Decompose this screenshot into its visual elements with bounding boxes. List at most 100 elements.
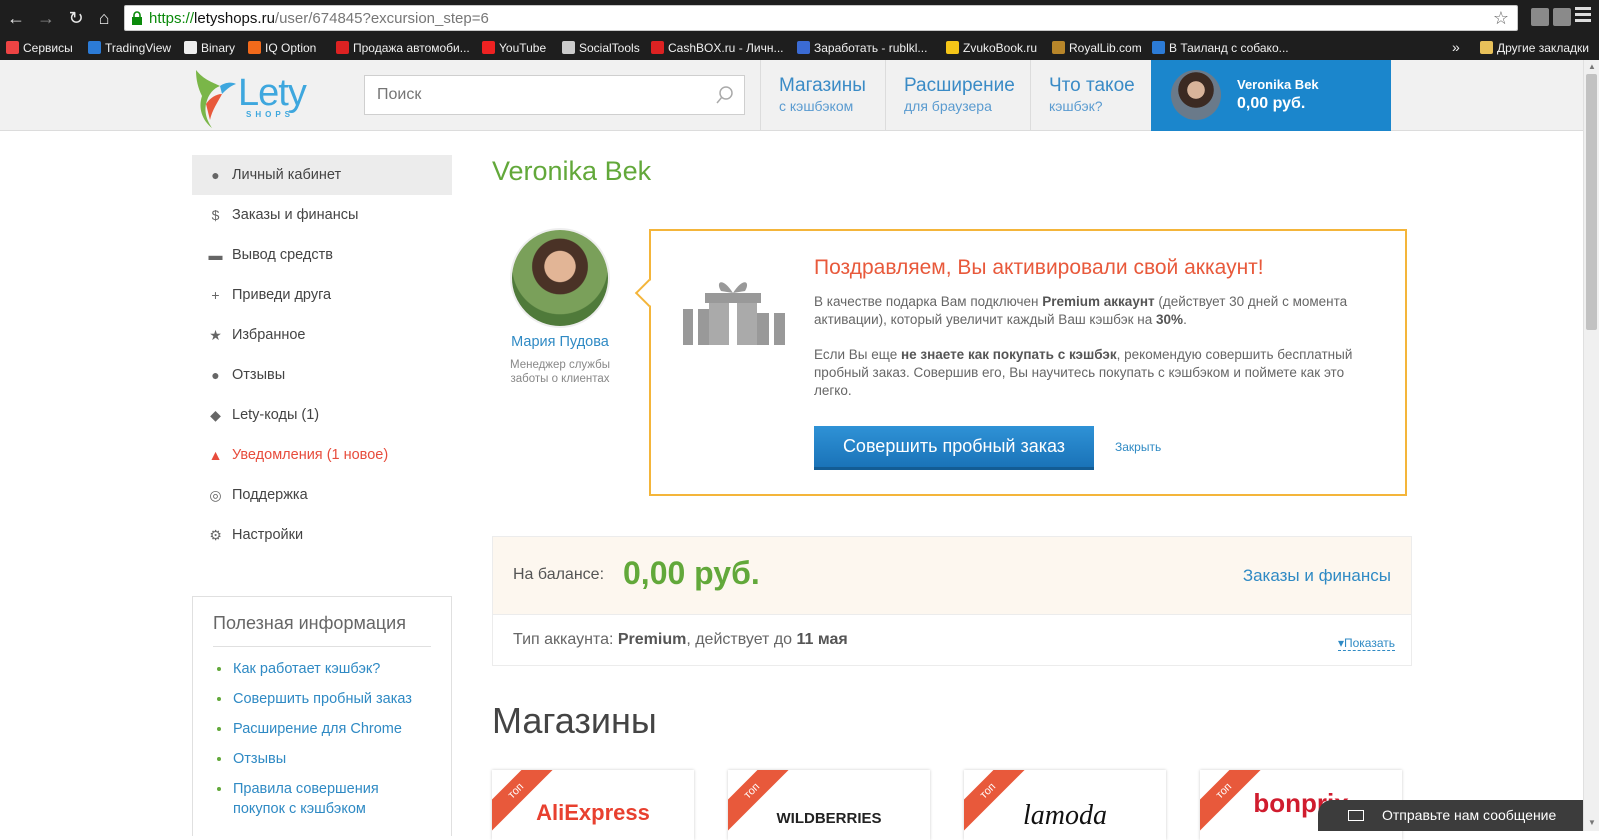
nav-stores-subtitle: с кэшбэком	[779, 98, 854, 114]
sidebar-item-settings[interactable]: ⚙ Настройки	[192, 515, 452, 555]
menu-icon[interactable]	[1575, 7, 1591, 25]
bookmark-item[interactable]: SocialTools	[562, 39, 640, 57]
bookmark-item[interactable]: Binary	[184, 39, 235, 57]
sidebar-item-label: Заказы и финансы	[232, 207, 359, 223]
bookmark-label: TradingView	[105, 41, 172, 55]
bookmark-label: CashBOX.ru - Личн...	[668, 41, 784, 55]
sidebar-item-label: Настройки	[232, 527, 304, 543]
sidebar-item-label: Вывод средств	[232, 247, 333, 263]
chat-widget[interactable]: Отправьте нам сообщение	[1318, 800, 1583, 831]
tags-icon: ◆	[210, 407, 221, 423]
browser-toolbar: ← → ↻ ⌂ https://letyshops.ru/user/674845…	[0, 0, 1599, 36]
sidebar-item-invite[interactable]: + Приведи друга	[192, 275, 452, 315]
sidebar-item-label: Уведомления (1 новое)	[232, 447, 389, 463]
back-icon[interactable]: ←	[4, 6, 28, 30]
nav-stores[interactable]: Магазины с кэшбэком	[760, 60, 885, 131]
sidebar-item-orders[interactable]: $ Заказы и финансы	[192, 195, 452, 235]
nav-cashback-info[interactable]: Что такое кэшбэк?	[1030, 60, 1151, 131]
account-sidebar: ● Личный кабинет $ Заказы и финансы ▬ Вывод…	[192, 155, 452, 555]
account-type: Тип аккаунта: Premium, действует до 11 м…	[513, 631, 848, 648]
card-icon: ▬	[208, 247, 223, 263]
bookmark-favicon-icon	[336, 41, 349, 54]
bookmark-item[interactable]: В Таиланд с собако...	[1152, 39, 1289, 57]
useful-info-box: Полезная информация Как работает кэшбэк?…	[192, 596, 452, 836]
info-link-rules[interactable]: Правила совершения покупок с кэшбэком	[213, 779, 431, 819]
scroll-up-icon[interactable]: ▲	[1588, 62, 1596, 71]
sidebar-item-lety-codes[interactable]: ◆ Lety-коды (1)	[192, 395, 452, 435]
nav-extension-title: Расширение	[904, 75, 1015, 96]
bookmark-item[interactable]: Продажа автомоби...	[336, 39, 470, 57]
store-card-lamoda[interactable]: топ lamoda	[964, 770, 1166, 840]
sidebar-item-notifications[interactable]: ▲ Уведомления (1 новое)	[192, 435, 452, 475]
other-bookmarks[interactable]: Другие закладки	[1480, 39, 1589, 57]
scroll-down-icon[interactable]: ▼	[1588, 818, 1596, 827]
manager-name[interactable]: Мария Пудова	[492, 334, 628, 350]
stores-heading: Магазины	[492, 700, 657, 741]
bookmark-item[interactable]: CashBOX.ru - Личн...	[651, 39, 783, 57]
user-icon: ●	[211, 167, 220, 183]
nav-extension[interactable]: Расширение для браузера	[885, 60, 1030, 131]
sidebar-item-reviews[interactable]: ● Отзывы	[192, 355, 452, 395]
bookmark-item[interactable]: ZvukoBook.ru	[946, 39, 1037, 57]
bookmark-label: В Таиланд с собако...	[1169, 41, 1289, 55]
bookmark-label: Сервисы	[23, 41, 73, 55]
info-link-trial-order[interactable]: Совершить пробный заказ	[213, 689, 431, 709]
bookmark-label: YouTube	[499, 41, 547, 55]
lock-icon	[132, 11, 142, 25]
bookmark-favicon-icon	[6, 41, 19, 54]
search-input[interactable]	[365, 76, 685, 114]
bookmark-favicon-icon	[1052, 41, 1065, 54]
close-promo-link[interactable]: Закрыть	[1115, 440, 1161, 454]
search-icon[interactable]	[716, 86, 734, 104]
sidebar-item-support[interactable]: ◎ Поддержка	[192, 475, 452, 515]
sidebar-item-dashboard[interactable]: ● Личный кабинет	[192, 155, 452, 195]
info-link-chrome-extension[interactable]: Расширение для Chrome	[213, 719, 431, 739]
lifebuoy-icon: ◎	[209, 487, 222, 503]
scrollbar-thumb[interactable]	[1586, 74, 1597, 330]
site-header: Lety SHOPS Магазины с кэшбэком Расширени…	[0, 60, 1583, 131]
store-card-wildberries[interactable]: топ WILDBERRIES	[728, 770, 930, 840]
sidebar-item-withdraw[interactable]: ▬ Вывод средств	[192, 235, 452, 275]
bookmark-label: Продажа автомоби...	[353, 41, 470, 55]
user-account-menu[interactable]: Veronika Bek 0,00 руб.	[1151, 60, 1391, 131]
trial-order-button[interactable]: Совершить пробный заказ	[814, 426, 1094, 470]
manager-photo	[510, 228, 610, 328]
sidebar-item-favorites[interactable]: ★ Избранное	[192, 315, 452, 355]
bookmark-item[interactable]: Заработать - rublkl...	[797, 39, 927, 57]
forward-icon[interactable]: →	[34, 6, 58, 30]
url-text: https://letyshops.ru/user/674845?excursi…	[149, 10, 489, 27]
store-card-aliexpress[interactable]: топ AliExpress	[492, 770, 694, 840]
letyshops-logo[interactable]: Lety SHOPS	[190, 64, 320, 130]
show-details-link[interactable]: ▾Показать	[1337, 636, 1395, 651]
bookmark-item[interactable]: IQ Option	[248, 39, 316, 57]
folder-icon	[1480, 41, 1493, 54]
bookmarks-more-button[interactable]: »	[1452, 39, 1460, 55]
bookmark-item[interactable]: YouTube	[482, 39, 546, 57]
bookmark-item[interactable]: TradingView	[88, 39, 171, 57]
nav-stores-title: Магазины	[779, 75, 866, 96]
useful-info-title: Полезная информация	[213, 613, 431, 647]
home-icon[interactable]: ⌂	[92, 6, 116, 30]
nav-cashback-subtitle: кэшбэк?	[1049, 98, 1103, 114]
extension-icon[interactable]	[1531, 8, 1549, 26]
page-scrollbar[interactable]: ▲ ▼	[1583, 60, 1599, 831]
bookmark-star-icon[interactable]: ☆	[1493, 8, 1509, 29]
address-bar[interactable]: https://letyshops.ru/user/674845?excursi…	[124, 5, 1518, 31]
extension-icon[interactable]	[1553, 8, 1571, 26]
info-link-reviews[interactable]: Отзывы	[213, 749, 431, 769]
bookmark-favicon-icon	[562, 41, 575, 54]
bookmark-label: Binary	[201, 41, 236, 55]
sidebar-item-label: Поддержка	[232, 487, 308, 503]
orders-finances-link[interactable]: Заказы и финансы	[1243, 566, 1391, 586]
balance-panel: На балансе: 0,00 руб. Заказы и финансы Т…	[492, 536, 1412, 666]
bookmark-item[interactable]: RoyalLib.com	[1052, 39, 1142, 57]
bookmark-item[interactable]: Сервисы	[6, 39, 73, 57]
bookmark-favicon-icon	[946, 41, 959, 54]
manager-role: Менеджер службы заботы о клиентах	[509, 359, 610, 385]
reload-icon[interactable]: ↻	[64, 6, 88, 30]
star-icon: ★	[209, 327, 222, 343]
info-link-how-cashback[interactable]: Как работает кэшбэк?	[213, 659, 431, 679]
activation-promo: Поздравляем, Вы активировали свой аккаун…	[634, 229, 1407, 496]
hummingbird-icon	[196, 70, 236, 128]
sidebar-item-label: Личный кабинет	[232, 167, 342, 183]
